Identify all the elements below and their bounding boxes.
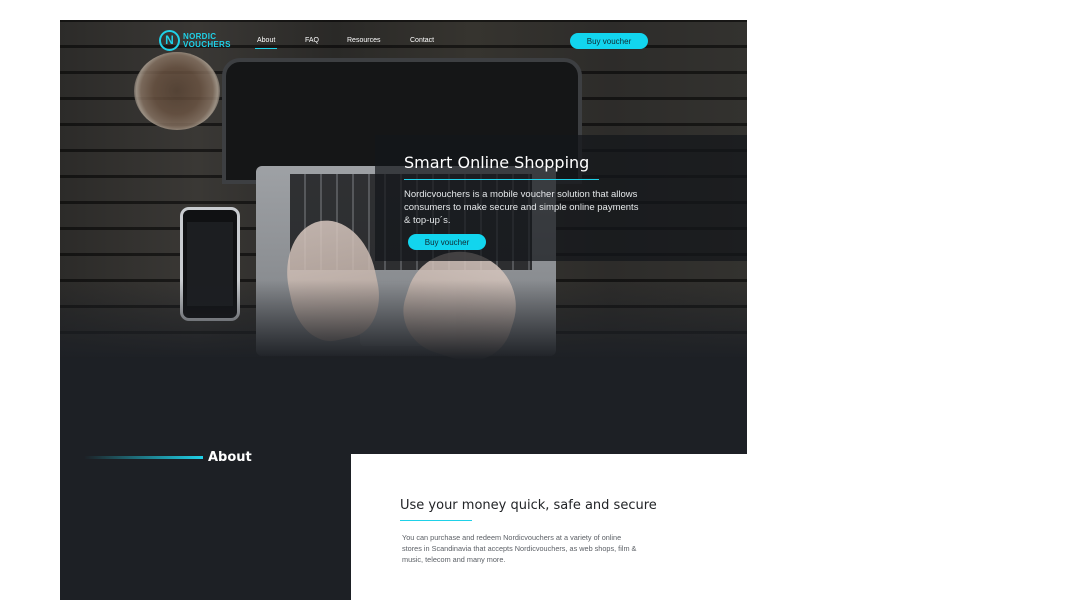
nav-contact[interactable]: Contact <box>410 37 434 44</box>
nav-resources[interactable]: Resources <box>347 37 380 44</box>
about-accent-line <box>84 456 203 459</box>
about-panel: Use your money quick, safe and secure Yo… <box>351 454 747 600</box>
nav-about[interactable]: About <box>254 37 278 49</box>
coffee-cup-image <box>134 52 220 130</box>
hero-title-underline <box>404 179 599 180</box>
hero-title: Smart Online Shopping <box>404 153 590 172</box>
about-subheading-underline <box>400 520 472 521</box>
buy-voucher-hero-button[interactable]: Buy voucher <box>408 234 486 250</box>
logo-badge-icon: N <box>159 30 180 51</box>
about-subheading: Use your money quick, safe and secure <box>400 498 657 513</box>
buy-voucher-header-button[interactable]: Buy voucher <box>570 33 648 49</box>
about-heading: About <box>208 450 252 465</box>
hero-description: Nordicvouchers is a mobile voucher solut… <box>404 189 639 226</box>
hero-fade <box>60 280 747 360</box>
about-description: You can purchase and redeem Nordicvouche… <box>402 533 637 564</box>
website-mockup: N NORDIC VOUCHERS About FAQ Resources Co… <box>60 20 747 600</box>
logo[interactable]: N NORDIC VOUCHERS <box>159 30 231 51</box>
logo-line2: VOUCHERS <box>183 39 231 49</box>
logo-wordmark: NORDIC VOUCHERS <box>183 32 231 49</box>
nav-faq[interactable]: FAQ <box>305 37 319 44</box>
